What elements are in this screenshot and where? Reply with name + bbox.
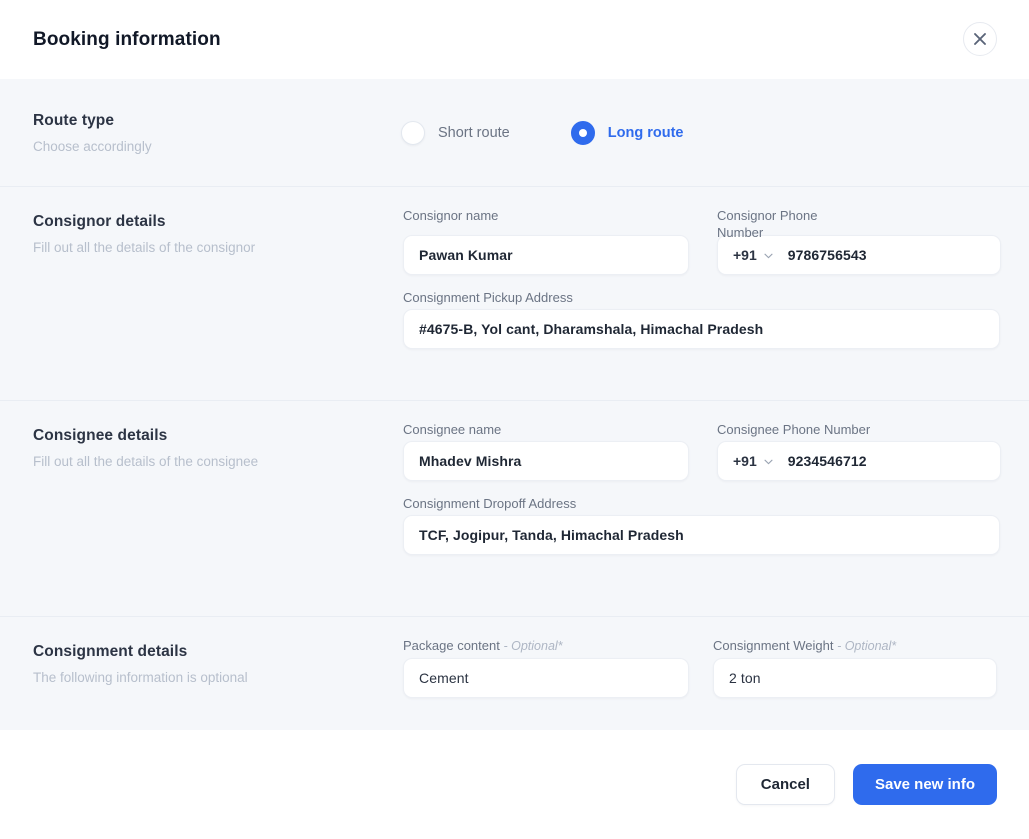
consignor-row-2: Consignment Pickup Address #4675-B, Yol … (401, 289, 1001, 349)
consignee-row-1: Consignee name Mhadev Mishra Consignee P… (401, 421, 1001, 481)
input-value: Mhadev Mishra (419, 453, 522, 469)
radio-icon-selected (570, 120, 595, 145)
field-label: Consignment Dropoff Address (403, 496, 577, 511)
radio-long-route[interactable]: Long route (570, 120, 684, 145)
section-title: Consignment details (33, 643, 188, 660)
dial-code-value: +91 (733, 453, 757, 469)
field-consignor-phone: Consignor Phone Number +91 9786756543 (717, 207, 1001, 275)
radio-icon-unselected (401, 120, 425, 145)
consignor-row-1: Consignor name Pawan Kumar Consignor Pho… (401, 207, 1001, 275)
section-subtitle: The following information is optional (33, 670, 248, 685)
field-consignor-name: Consignor name Pawan Kumar (403, 207, 689, 275)
section-route-type-heading: Route type Choose accordingly (33, 112, 401, 154)
section-subtitle: Fill out all the details of the consigno… (33, 240, 256, 255)
route-type-options: Short route Long route (401, 120, 996, 145)
modal-header: Booking information (0, 0, 1029, 79)
section-consignment-details: Consignment details The following inform… (0, 617, 1029, 730)
input-value: Pawan Kumar (419, 247, 513, 263)
section-consignor-heading: Consignor details Fill out all the detai… (33, 187, 401, 255)
radio-short-route-label: Short route (438, 124, 510, 141)
input-value: #4675-B, Yol cant, Dharamshala, Himachal… (419, 321, 764, 337)
radio-short-route[interactable]: Short route (401, 120, 510, 145)
field-label: Package content - Optional* (403, 637, 689, 655)
field-pickup-address: Consignment Pickup Address #4675-B, Yol … (403, 289, 1000, 349)
pickup-address-input[interactable]: #4675-B, Yol cant, Dharamshala, Himachal… (403, 309, 1000, 349)
consignment-row-1: Package content - Optional* Cement Consi… (401, 637, 997, 698)
cancel-button[interactable]: Cancel (735, 764, 835, 805)
chevron-down-icon (764, 246, 773, 264)
consignor-fields: Consignor name Pawan Kumar Consignor Pho… (401, 187, 1001, 349)
field-label: Consignor name (403, 208, 499, 223)
input-value: Cement (419, 670, 469, 686)
section-title: Consignor details (33, 213, 166, 230)
consignor-name-input[interactable]: Pawan Kumar (403, 235, 689, 275)
booking-information-modal: Booking information Route type Choose ac… (0, 0, 1029, 839)
consignee-name-input[interactable]: Mhadev Mishra (403, 441, 689, 481)
consignee-dial-code-select[interactable]: +91 (733, 452, 773, 470)
field-label: Consignment Weight - Optional* (713, 637, 997, 655)
section-consignee-details: Consignee details Fill out all the detai… (0, 401, 1029, 617)
section-consignee-heading: Consignee details Fill out all the detai… (33, 401, 401, 469)
modal-footer: Cancel Save new info (0, 730, 1029, 839)
section-consignment-heading: Consignment details The following inform… (33, 617, 401, 685)
section-subtitle: Fill out all the details of the consigne… (33, 454, 259, 469)
field-consignment-weight: Consignment Weight - Optional* 2 ton (713, 637, 997, 698)
chevron-down-icon (764, 452, 773, 470)
section-title: Consignee details (33, 427, 168, 444)
dropoff-address-input[interactable]: TCF, Jogipur, Tanda, Himachal Pradesh (403, 515, 1000, 555)
input-value: 9234546712 (787, 453, 867, 469)
consignee-row-2: Consignment Dropoff Address TCF, Jogipur… (401, 495, 1001, 555)
radio-long-route-label: Long route (607, 124, 684, 141)
consignment-fields: Package content - Optional* Cement Consi… (401, 617, 997, 698)
close-icon (973, 32, 987, 46)
optional-tag: - Optional* (837, 639, 897, 653)
optional-tag: - Optional* (503, 639, 563, 653)
field-label: Consignor Phone Number (717, 208, 818, 240)
consignor-dial-code-select[interactable]: +91 (733, 246, 773, 264)
consignor-phone-input[interactable]: +91 9786756543 (717, 235, 1001, 275)
input-value: 2 ton (729, 670, 761, 686)
section-consignor-details: Consignor details Fill out all the detai… (0, 187, 1029, 401)
field-package-content: Package content - Optional* Cement (403, 637, 689, 698)
package-content-input[interactable]: Cement (403, 658, 689, 698)
input-value: 9786756543 (787, 247, 867, 263)
consignee-phone-input[interactable]: +91 9234546712 (717, 441, 1001, 481)
modal-body: Route type Choose accordingly Short rout… (0, 79, 1029, 730)
input-value: TCF, Jogipur, Tanda, Himachal Pradesh (419, 527, 684, 543)
field-consignee-phone: Consignee Phone Number +91 9234546712 (717, 421, 1001, 481)
field-dropoff-address: Consignment Dropoff Address TCF, Jogipur… (403, 495, 1000, 555)
field-label: Consignee name (403, 422, 502, 437)
section-route-type: Route type Choose accordingly Short rout… (0, 79, 1029, 187)
field-label-text: Package content (403, 638, 500, 653)
field-label-text: Consignment Weight (713, 638, 834, 653)
consignee-fields: Consignee name Mhadev Mishra Consignee P… (401, 401, 1001, 555)
section-subtitle: Choose accordingly (33, 138, 152, 154)
close-button[interactable] (963, 22, 997, 56)
page-title: Booking information (33, 28, 221, 50)
save-new-info-button[interactable]: Save new info (852, 764, 997, 805)
consignment-weight-input[interactable]: 2 ton (713, 658, 997, 698)
field-label: Consignee Phone Number (717, 422, 871, 437)
field-consignee-name: Consignee name Mhadev Mishra (403, 421, 689, 481)
field-label: Consignment Pickup Address (403, 290, 573, 305)
dial-code-value: +91 (733, 247, 757, 263)
section-title: Route type (33, 111, 115, 129)
